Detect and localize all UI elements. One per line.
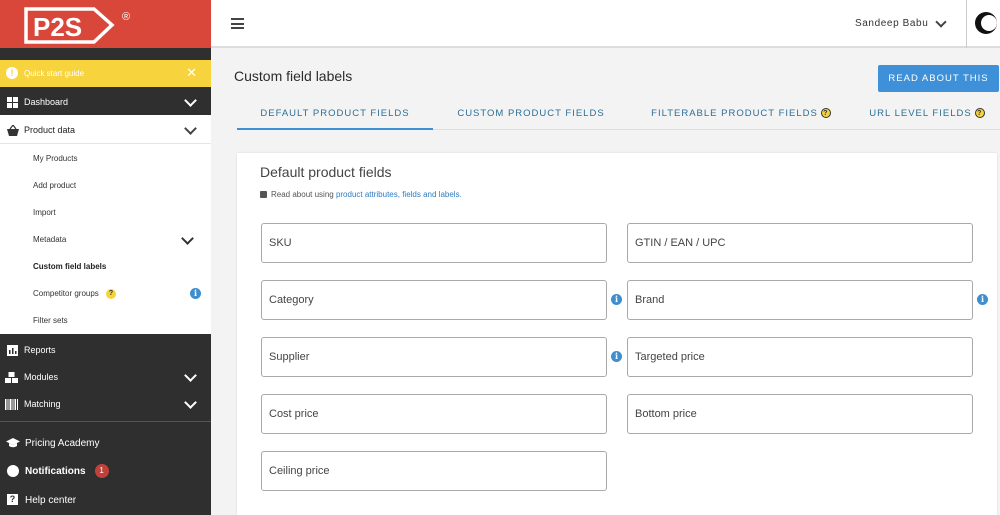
attributes-link[interactable]: product attributes, fields and labels. xyxy=(336,190,462,199)
sidebar-item-label: Pricing Academy xyxy=(25,437,100,449)
sidebar-item-label: Competitor groups xyxy=(33,289,99,298)
sidebar-item-notifications[interactable]: Notifications 1 xyxy=(0,457,211,485)
logo-area[interactable]: P2S ® xyxy=(0,0,211,48)
sidebar-item-label: Reports xyxy=(24,345,56,355)
hamburger-menu-icon[interactable] xyxy=(231,18,244,29)
dashboard-icon xyxy=(7,97,18,108)
tab-label: URL LEVEL FIELDS xyxy=(869,108,972,119)
lightbulb-icon: ! xyxy=(6,67,18,79)
close-icon[interactable]: ✕ xyxy=(186,65,197,81)
cost-price-field[interactable]: Cost price xyxy=(261,394,607,434)
tab-label: FILTERABLE PRODUCT FIELDS xyxy=(651,108,818,119)
sidebar-item-import[interactable]: Import xyxy=(33,206,203,220)
sku-field[interactable]: SKU xyxy=(261,223,607,263)
gtin-field[interactable]: GTIN / EAN / UPC xyxy=(627,223,973,263)
notification-count-badge: 1 xyxy=(94,464,109,478)
brand-field[interactable]: Brand xyxy=(627,280,973,320)
sidebar-item-label: Modules xyxy=(24,372,59,382)
tab-default-product-fields[interactable]: DEFAULT PRODUCT FIELDS xyxy=(237,98,433,130)
logo-text: P2S xyxy=(33,12,82,42)
book-icon xyxy=(260,191,267,198)
sidebar: P2S ® ! Quick start guide ✕ Dashboard Pr… xyxy=(0,0,211,515)
sidebar-item-dashboard[interactable]: Dashboard xyxy=(0,88,211,116)
sidebar-item-label: Metadata xyxy=(33,235,67,244)
user-name[interactable]: Sandeep Babu xyxy=(855,18,928,29)
tab-custom-product-fields[interactable]: CUSTOM PRODUCT FIELDS xyxy=(443,98,619,129)
sidebar-item-reports[interactable]: Reports xyxy=(0,336,211,364)
bell-icon xyxy=(7,465,19,477)
help-icon: ? xyxy=(7,494,18,505)
category-field[interactable]: Category xyxy=(261,280,607,320)
read-about-this-button[interactable]: READ ABOUT THIS xyxy=(878,65,999,92)
chevron-down-icon[interactable] xyxy=(935,16,947,28)
note-text: Read about using xyxy=(271,190,336,199)
sidebar-item-product-data[interactable]: Product data xyxy=(0,116,211,144)
tab-filterable-product-fields[interactable]: FILTERABLE PRODUCT FIELDS? xyxy=(647,98,835,129)
barcode-icon xyxy=(5,399,18,410)
sidebar-item-metadata[interactable]: Metadata xyxy=(33,232,203,247)
help-icon[interactable]: ? xyxy=(974,108,985,119)
chevron-down-icon xyxy=(184,396,197,409)
ceiling-price-field[interactable]: Ceiling price xyxy=(261,451,607,491)
sidebar-item-filter-sets[interactable]: Filter sets xyxy=(33,314,203,328)
chevron-down-icon xyxy=(181,232,194,245)
sidebar-item-label: Matching xyxy=(24,399,61,409)
default-fields-card: Default product fields Read about using … xyxy=(237,153,997,515)
help-icon[interactable]: ? xyxy=(106,288,117,299)
cubes-icon xyxy=(5,372,18,383)
info-icon[interactable]: i xyxy=(611,351,622,362)
sidebar-item-add-product[interactable]: Add product xyxy=(33,179,203,193)
chevron-down-icon xyxy=(184,94,197,107)
sidebar-item-competitor-groups[interactable]: Competitor groups ? i xyxy=(33,287,203,301)
supplier-field[interactable]: Supplier xyxy=(261,337,607,377)
info-icon[interactable]: i xyxy=(190,288,201,299)
sidebar-item-matching[interactable]: Matching xyxy=(0,390,211,418)
sidebar-item-label: Notifications xyxy=(25,465,86,477)
card-note: Read about using product attributes, fie… xyxy=(260,190,462,199)
sidebar-item-my-products[interactable]: My Products xyxy=(33,152,203,166)
chevron-down-icon xyxy=(184,122,197,135)
sidebar-item-label: Dashboard xyxy=(24,97,69,107)
registered-mark: ® xyxy=(122,11,131,23)
info-icon[interactable]: i xyxy=(611,294,622,305)
bottom-price-field[interactable]: Bottom price xyxy=(627,394,973,434)
card-title: Default product fields xyxy=(260,164,392,180)
info-icon[interactable]: i xyxy=(977,294,988,305)
page-title: Custom field labels xyxy=(234,68,353,84)
sidebar-item-pricing-academy[interactable]: Pricing Academy xyxy=(0,429,211,457)
bar-chart-icon xyxy=(7,345,18,356)
chevron-down-icon xyxy=(184,369,197,382)
quick-start-label: Quick start guide xyxy=(24,69,85,78)
top-bar: Sandeep Babu xyxy=(211,0,1000,48)
basket-icon xyxy=(7,125,19,136)
sidebar-item-custom-field-labels[interactable]: Custom field labels xyxy=(33,260,203,274)
tab-bar: DEFAULT PRODUCT FIELDS CUSTOM PRODUCT FI… xyxy=(237,98,1000,130)
help-icon[interactable]: ? xyxy=(820,108,831,119)
avatar[interactable] xyxy=(975,12,997,34)
graduation-cap-icon xyxy=(6,438,20,448)
p2s-logo[interactable]: P2S ® xyxy=(24,7,132,44)
sidebar-item-help-center[interactable]: ? Help center xyxy=(0,486,211,514)
tab-url-level-fields[interactable]: URL LEVEL FIELDS? xyxy=(863,98,991,129)
sidebar-item-label: Help center xyxy=(25,494,77,506)
targeted-price-field[interactable]: Targeted price xyxy=(627,337,973,377)
sidebar-item-modules[interactable]: Modules xyxy=(0,363,211,391)
quick-start-guide[interactable]: ! Quick start guide ✕ xyxy=(0,60,211,87)
sidebar-item-label: Product data xyxy=(24,124,76,135)
